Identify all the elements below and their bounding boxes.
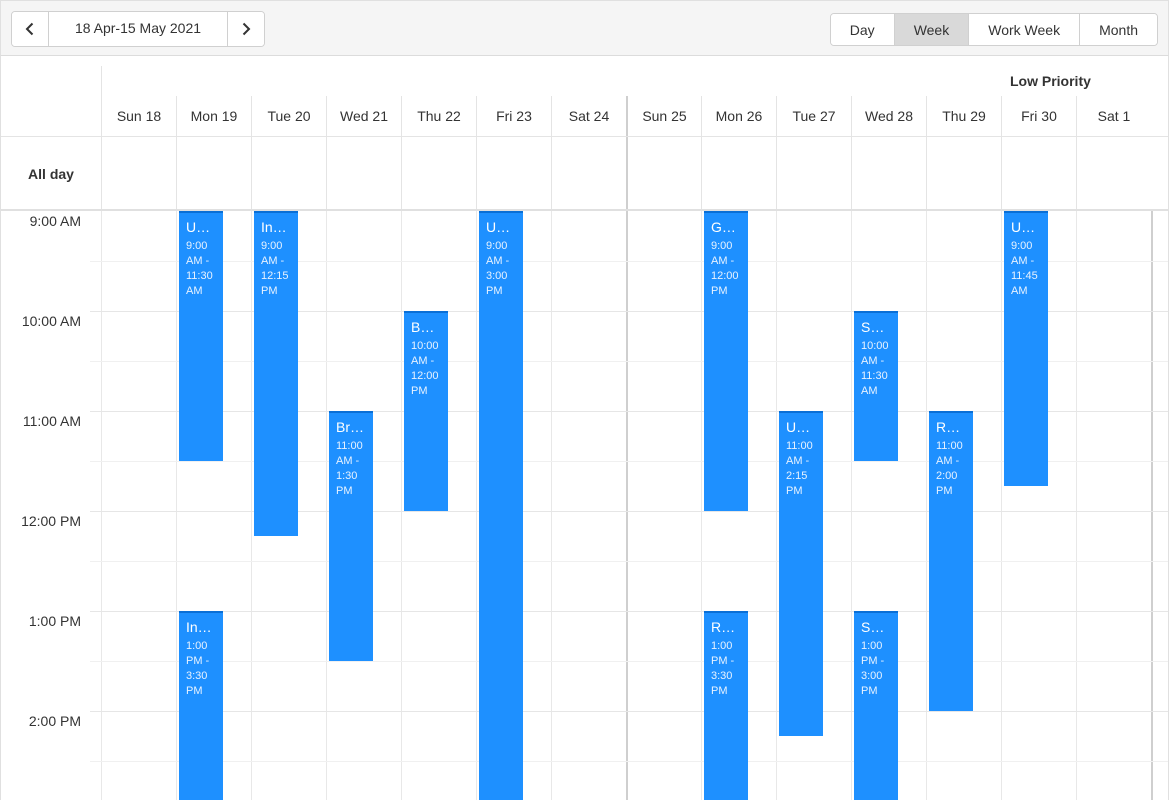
all-day-cell[interactable] [326, 137, 401, 210]
day-header[interactable]: Tue 20 [251, 96, 326, 136]
appointment[interactable]: U… 9:00 AM - 3:00 PM [479, 211, 523, 800]
appointment-title: S… [861, 319, 885, 335]
all-day-cell[interactable] [176, 137, 251, 210]
day-header[interactable]: Thu 22 [401, 96, 476, 136]
appointment-title: U… [486, 219, 511, 235]
chevron-right-icon [242, 22, 251, 36]
appointment[interactable]: R… 1:00 PM - 3:30 PM [704, 611, 748, 800]
all-day-cell[interactable] [626, 137, 701, 210]
scheduler-toolbar: 18 Apr-15 May 2021 Day Week Work Week Mo… [0, 0, 1169, 56]
appointment[interactable]: In… 9:00 AM - 12:15 PM [254, 211, 298, 536]
time-slot-label: 9:00 AM [29, 213, 81, 229]
all-day-label: All day [28, 165, 74, 182]
appointment-time: 1:00 PM - 3:30 PM [711, 640, 735, 697]
appointment-time: 9:00 AM - 12:15 PM [261, 240, 289, 297]
half-hour-line [90, 761, 1168, 762]
appointment-time: 9:00 AM - 12:00 PM [711, 240, 739, 297]
appointment-time: 9:00 AM - 11:45 AM [1011, 240, 1038, 297]
all-day-cell[interactable] [1001, 137, 1076, 210]
resource-group-header [101, 66, 1168, 96]
appointment-title: G… [711, 219, 736, 235]
appointment-title: R… [711, 619, 736, 635]
view-month-button[interactable]: Month [1079, 14, 1157, 45]
all-day-cell[interactable] [776, 137, 851, 210]
hour-line [90, 511, 1168, 512]
appointment[interactable]: Br… 11:00 AM - 1:30 PM [329, 411, 373, 661]
appointment[interactable]: In… 1:00 PM - 3:30 PM [179, 611, 223, 800]
appointment-title: R… [936, 419, 961, 435]
appointment[interactable]: S… 10:00 AM - 11:30 AM [854, 311, 898, 461]
appointment-title: In… [186, 619, 212, 635]
appointment-title: Br… [336, 419, 364, 435]
all-day-cell[interactable] [401, 137, 476, 210]
day-header[interactable]: Mon 26 [701, 96, 776, 136]
appointment-title: S… [861, 619, 885, 635]
appointment-time: 11:00 AM - 2:00 PM [936, 440, 963, 497]
appointment[interactable]: U… 9:00 AM - 11:45 AM [1004, 211, 1048, 486]
appointment-title: B… [411, 319, 435, 335]
day-header[interactable]: Fri 23 [476, 96, 551, 136]
time-slot-label: 11:00 AM [22, 413, 81, 429]
all-day-cell[interactable] [101, 137, 176, 210]
all-day-row: All day [1, 137, 1168, 210]
previous-button[interactable] [12, 12, 48, 46]
appointment[interactable]: S… 1:00 PM - 3:00 PM [854, 611, 898, 800]
view-switcher: Day Week Work Week Month [829, 13, 1158, 46]
chevron-left-icon [25, 22, 34, 36]
half-hour-line [90, 561, 1168, 562]
appointment-title: U… [186, 219, 211, 235]
resource-group-label: Low Priority [1010, 73, 1091, 89]
day-header[interactable]: Wed 21 [326, 96, 401, 136]
date-range-label[interactable]: 18 Apr-15 May 2021 [48, 12, 228, 46]
time-slot-label: 2:00 PM [28, 713, 81, 729]
day-header[interactable]: Tue 27 [776, 96, 851, 136]
next-button[interactable] [228, 12, 264, 46]
appointment[interactable]: G… 9:00 AM - 12:00 PM [704, 211, 748, 511]
appointment-time: 11:00 AM - 1:30 PM [336, 440, 363, 497]
day-header[interactable]: Fri 30 [1001, 96, 1076, 136]
view-week-button[interactable]: Week [893, 14, 969, 45]
view-day-button[interactable]: Day [830, 14, 894, 45]
appointment-title: U… [1011, 219, 1036, 235]
all-day-cell[interactable] [926, 137, 1001, 210]
all-day-cell[interactable] [551, 137, 626, 210]
appointment[interactable]: U… 9:00 AM - 11:30 AM [179, 211, 223, 461]
appointment[interactable]: U… 11:00 AM - 2:15 PM [779, 411, 823, 736]
time-slot-label: 10:00 AM [21, 313, 81, 329]
hour-line [90, 711, 1168, 712]
day-header[interactable]: Sun 25 [626, 96, 701, 136]
appointment-title: U… [786, 419, 811, 435]
day-header[interactable]: Wed 28 [851, 96, 926, 136]
all-day-cell[interactable] [851, 137, 926, 210]
appointment[interactable]: B… 10:00 AM - 12:00 PM [404, 311, 448, 511]
appointment-time: 9:00 AM - 3:00 PM [486, 240, 510, 297]
time-slot-label: 1:00 PM [28, 613, 81, 629]
appointment-time: 10:00 AM - 11:30 AM [861, 340, 889, 397]
all-day-cell[interactable] [1076, 137, 1151, 210]
day-header[interactable]: Sun 18 [101, 96, 176, 136]
day-header[interactable]: Thu 29 [926, 96, 1001, 136]
hour-line [90, 611, 1168, 612]
day-header[interactable]: Mon 19 [176, 96, 251, 136]
view-work-week-button[interactable]: Work Week [968, 14, 1080, 45]
appointment-time: 11:00 AM - 2:15 PM [786, 440, 813, 497]
all-day-cell[interactable] [251, 137, 326, 210]
date-navigator: 18 Apr-15 May 2021 [11, 11, 265, 47]
half-hour-line [90, 661, 1168, 662]
appointment-time: 9:00 AM - 11:30 AM [186, 240, 213, 297]
appointment-title: In… [261, 219, 287, 235]
scheduler-grid: Low Priority Sun 18 Mon 19 Tue 20 Wed 21 Thu… [0, 56, 1169, 800]
all-day-cell[interactable] [701, 137, 776, 210]
all-day-cell[interactable] [476, 137, 551, 210]
appointment-time: 1:00 PM - 3:30 PM [186, 640, 210, 697]
appointment-time: 1:00 PM - 3:00 PM [861, 640, 885, 697]
day-header[interactable]: Sat 24 [551, 96, 626, 136]
time-slot-label: 12:00 PM [21, 513, 81, 529]
appointment-time: 10:00 AM - 12:00 PM [411, 340, 439, 397]
appointment[interactable]: R… 11:00 AM - 2:00 PM [929, 411, 973, 711]
day-header[interactable]: Sat 1 [1076, 96, 1151, 136]
